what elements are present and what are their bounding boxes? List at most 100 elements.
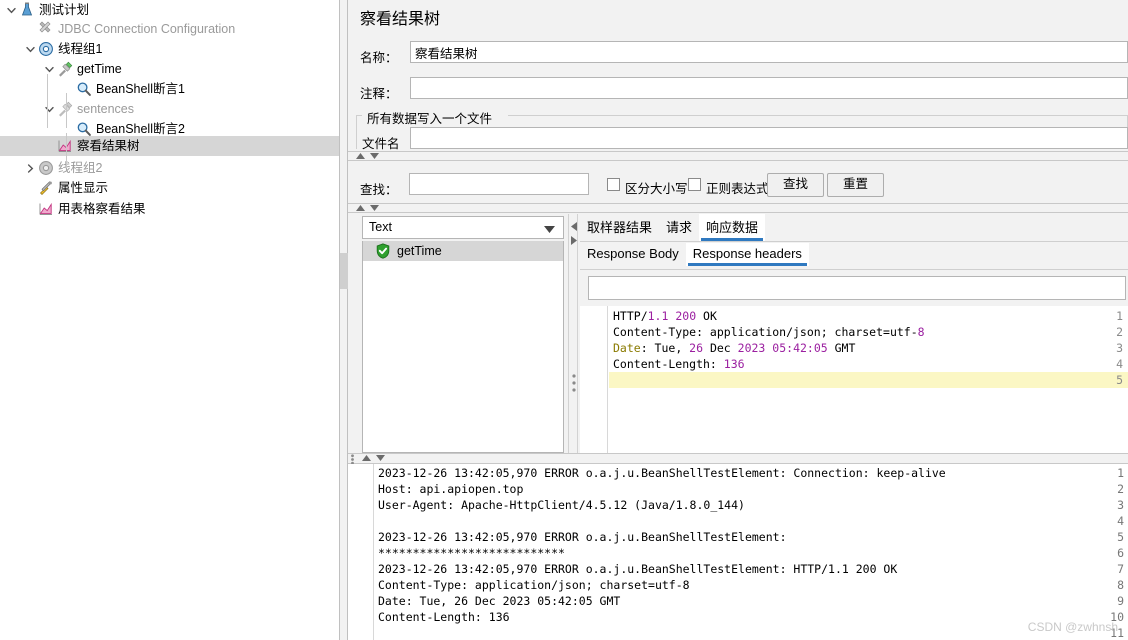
tree-item-8[interactable]: 线程组2 (0, 158, 339, 178)
results-vertical-splitter[interactable] (568, 214, 578, 453)
tree-item-label: getTime (77, 62, 122, 76)
splitter-grip-dots[interactable] (572, 374, 576, 397)
tree-item-5[interactable]: sentences (0, 99, 339, 119)
filename-input[interactable] (410, 127, 1128, 149)
tree-item-label: JDBC Connection Configuration (58, 22, 236, 36)
collapse-right-icon (571, 236, 577, 245)
tab-1[interactable]: Response headers (685, 243, 809, 266)
response-headers-code[interactable]: 1 HTTP/1.1 200 OK 2 Content-Type: applicati… (580, 306, 1128, 453)
reset-button[interactable]: 重置 (827, 173, 884, 197)
collapse-down-icon (376, 455, 385, 461)
splitter-config-search[interactable] (348, 151, 1128, 161)
tab-2[interactable]: 响应数据 (699, 214, 766, 241)
tree-item-label: sentences (77, 102, 134, 116)
tools-color-icon (37, 179, 55, 197)
main-vertical-splitter[interactable] (339, 0, 349, 640)
tree-item-4[interactable]: BeanShell断言1 (0, 79, 339, 99)
log-line-number: 7 (1117, 562, 1124, 576)
page-title: 察看结果树 (360, 11, 441, 28)
search-label: 查找： (360, 183, 398, 197)
log-line: Content-Type: application/json; charset=… (378, 578, 690, 592)
tools-icon (37, 20, 55, 38)
right-pane: 察看结果树 名称： 注释： 所有数据写入一个文件 文件名 查找： (348, 0, 1128, 640)
collapse-down-icon (370, 153, 379, 159)
comment-input[interactable] (410, 77, 1128, 99)
chevron-down-icon[interactable] (23, 39, 37, 59)
case-sensitive-checkbox[interactable] (607, 178, 620, 191)
tree-item-2[interactable]: 线程组1 (0, 39, 339, 59)
gear-gray-icon (37, 159, 55, 177)
log-line: 2023-12-26 13:42:05,970 ERROR o.a.j.u.Be… (378, 530, 787, 544)
tree-item-9[interactable]: 属性显示 (0, 178, 339, 198)
log-line: User-Agent: Apache-HttpClient/4.5.12 (Ja… (378, 498, 745, 512)
line-number: 5 (1116, 373, 1123, 387)
name-label: 名称： (360, 51, 398, 65)
log-viewer[interactable]: 1 2023-12-26 13:42:05,970 ERROR o.a.j.u.B… (348, 464, 1128, 640)
name-input[interactable] (410, 41, 1128, 63)
code-line: Content-Type: application/json; charset=… (613, 325, 925, 339)
response-tabs[interactable]: 取样器结果 请求 响应数据 (580, 214, 1128, 241)
chevron-down-icon[interactable] (42, 99, 56, 119)
tab-0[interactable]: Response Body (580, 243, 686, 266)
response-subtabs[interactable]: Response Body Response headers (580, 243, 1128, 266)
jmeter-window: 测试计划 JDBC Connection Configuration 线程组1 get… (0, 0, 1128, 640)
log-line-number: 5 (1117, 530, 1124, 544)
code-line: HTTP/1.1 200 OK (613, 309, 717, 323)
chart-pink-icon (37, 200, 55, 218)
tree-toggle-empty (23, 19, 37, 39)
log-line: Date: Tue, 26 Dec 2023 05:42:05 GMT (378, 594, 621, 608)
search-input[interactable] (409, 173, 589, 195)
test-plan-tree[interactable]: 测试计划 JDBC Connection Configuration 线程组1 get… (0, 0, 339, 640)
response-search-input[interactable] (588, 276, 1126, 300)
current-line-highlight (609, 372, 1128, 388)
tree-item-1[interactable]: JDBC Connection Configuration (0, 19, 339, 39)
tree-toggle-empty (61, 79, 75, 99)
chevron-right-icon[interactable] (23, 158, 37, 178)
collapse-up-icon (356, 153, 365, 159)
search-button[interactable]: 查找 (767, 173, 824, 197)
splitter-search-results[interactable] (348, 203, 1128, 213)
filename-label: 文件名 (362, 137, 400, 151)
success-shield-icon (375, 243, 391, 259)
pipette-gray-icon (56, 100, 74, 118)
regex-checkbox[interactable] (688, 178, 701, 191)
magnifier-icon (75, 80, 93, 98)
log-line-number: 2 (1117, 482, 1124, 496)
chart-pink-icon (56, 137, 74, 155)
regex-label: 正则表达式 (706, 182, 769, 196)
case-sensitive-label: 区分大小写 (625, 182, 688, 196)
flask-icon (18, 1, 36, 19)
log-line-number: 1 (1117, 466, 1124, 480)
sampler-result-item[interactable]: getTime (363, 241, 563, 261)
tree-item-label: 测试计划 (39, 3, 90, 17)
collapse-up-icon (362, 455, 371, 461)
tree-item-7[interactable]: 察看结果树 (0, 136, 339, 156)
tree-item-label: 属性显示 (58, 181, 109, 195)
tree-connector (47, 74, 48, 128)
sampler-result-list[interactable]: getTime (362, 241, 564, 453)
tree-item-3[interactable]: getTime (0, 59, 339, 79)
tree-connector (66, 133, 67, 168)
file-group-title: 所有数据写入一个文件 (364, 108, 496, 127)
tree-item-10[interactable]: 用表格察看结果 (0, 199, 339, 219)
tree-toggle-empty (42, 136, 56, 156)
log-line: Content-Length: 136 (378, 610, 510, 624)
log-line: 2023-12-26 13:42:05,970 ERROR o.a.j.u.Be… (378, 562, 898, 576)
tree-item-label: 察看结果树 (77, 139, 140, 153)
chevron-down-icon[interactable] (42, 59, 56, 79)
log-line: *************************** (378, 546, 565, 560)
tree-item-label: 线程组2 (58, 161, 103, 175)
response-pane: 取样器结果 请求 响应数据 Response Body Response header… (580, 214, 1128, 453)
tab-1[interactable]: 请求 (659, 214, 699, 241)
renderer-dropdown[interactable]: Text (362, 216, 564, 239)
sampler-list-pane: Text getTime (362, 214, 564, 453)
log-line: 2023-12-26 13:42:05,970 ERROR o.a.j.u.Be… (378, 466, 946, 480)
tree-item-label: 线程组1 (58, 42, 103, 56)
tree-item-0[interactable]: 测试计划 (0, 0, 339, 20)
code-gutter (580, 306, 608, 453)
comment-label: 注释： (360, 87, 398, 101)
splitter-results-log[interactable] (348, 453, 1128, 465)
tab-0[interactable]: 取样器结果 (580, 214, 659, 241)
log-line-number: 6 (1117, 546, 1124, 560)
chevron-down-icon[interactable] (4, 0, 18, 20)
